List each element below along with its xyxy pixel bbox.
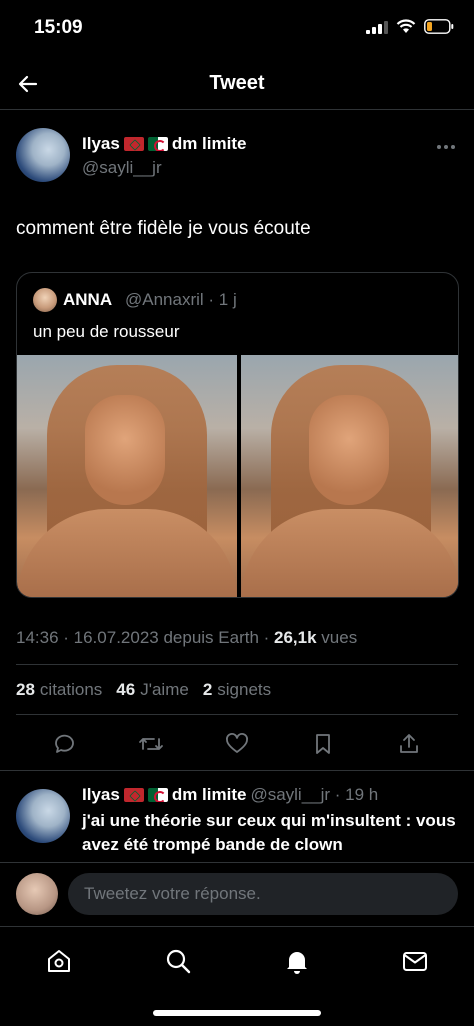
tweet-text: comment être fidèle je vous écoute: [16, 218, 311, 239]
search-icon: [166, 949, 191, 974]
likes-stat[interactable]: 46 J'aime: [116, 680, 189, 700]
reply-text: j'ai une théorie sur ceux qui m'insulten…: [82, 811, 456, 854]
signal-icon: [366, 20, 388, 34]
author-name-suffix: dm limite: [171, 134, 247, 153]
citations-stat[interactable]: 28 citations: [16, 680, 102, 700]
retweet-button[interactable]: [131, 724, 171, 764]
like-icon: [226, 733, 248, 753]
tweet-actions: [0, 722, 474, 766]
reply-button[interactable]: [45, 724, 85, 764]
like-button[interactable]: [217, 724, 257, 764]
page-title: Tweet: [209, 72, 265, 94]
quote-photo-2[interactable]: [240, 355, 458, 597]
share-button[interactable]: [389, 724, 429, 764]
quote-author-meta: @Annaxril · 1 j: [125, 290, 237, 309]
algeria-flag-icon: [147, 788, 168, 802]
tweet-timestamp: 14:36 · 16.07.2023 depuis Earth · 26,1k …: [16, 628, 357, 648]
quote-photo-1[interactable]: [17, 355, 237, 597]
reply-tweet[interactable]: Ilyas dm limite @sayli__jr · 19 h j'ai u…: [0, 770, 474, 862]
quote-avatar: [33, 288, 57, 312]
header: Tweet: [0, 58, 474, 110]
author-name-text: Ilyas: [82, 134, 120, 153]
quoted-tweet[interactable]: ANNA @Annaxril · 1 j un peu de rousseur: [16, 272, 459, 598]
notifications-icon: [287, 952, 307, 974]
messages-icon: [403, 952, 427, 971]
bookmark-icon: [316, 734, 330, 754]
morocco-flag-icon: [123, 137, 144, 151]
status-bar: 15:09: [0, 0, 474, 58]
likes-count: 46: [116, 680, 136, 699]
reply-avatar[interactable]: [16, 789, 70, 843]
author-avatar[interactable]: [16, 128, 70, 182]
reply-icon: [55, 734, 74, 753]
reply-author-name[interactable]: Ilyas: [82, 785, 120, 805]
citations-label: citations: [39, 680, 103, 699]
author-name[interactable]: Ilyas dm limite: [82, 134, 246, 154]
status-icons: [366, 19, 454, 34]
reply-meta: @sayli__jr · 19 h: [250, 785, 379, 804]
tab-home[interactable]: [41, 943, 77, 979]
reply-input[interactable]: Tweetez votre réponse.: [68, 873, 458, 915]
more-icon: [437, 145, 455, 149]
bookmarks-label: signets: [217, 680, 272, 699]
user-avatar[interactable]: [16, 873, 58, 915]
tweet-stats: 28 citations 46 J'aime 2 signets: [16, 680, 277, 700]
quote-photos: [17, 355, 458, 597]
author-handle[interactable]: @sayli__jr: [82, 158, 162, 178]
status-time: 15:09: [34, 17, 83, 38]
bookmarks-count: 2: [202, 680, 213, 699]
wifi-icon: [396, 19, 416, 33]
views-label: vues: [316, 628, 358, 647]
reply-author-name-suffix: dm limite: [171, 785, 247, 804]
quote-text: un peu de rousseur: [33, 322, 180, 341]
tab-notifications[interactable]: [279, 943, 315, 979]
divider: [16, 714, 458, 715]
reply-composer: Tweetez votre réponse.: [0, 862, 474, 926]
quote-author-name: ANNA: [63, 290, 113, 309]
battery-icon: [424, 19, 454, 34]
divider: [16, 664, 458, 665]
citations-count: 28: [16, 680, 35, 699]
likes-label: J'aime: [140, 680, 189, 699]
reply-header: Ilyas dm limite @sayli__jr · 19 h: [82, 785, 378, 805]
algeria-flag-icon: [147, 137, 168, 151]
tab-search[interactable]: [160, 943, 196, 979]
timestamp-text: 14:36 · 16.07.2023 depuis Earth ·: [16, 628, 275, 647]
tab-messages[interactable]: [397, 943, 433, 979]
morocco-flag-icon: [123, 788, 144, 802]
share-icon: [400, 734, 418, 753]
retweet-icon: [139, 738, 163, 750]
bookmark-button[interactable]: [303, 724, 343, 764]
bookmarks-stat[interactable]: 2 signets: [203, 680, 271, 700]
home-indicator: [153, 1010, 321, 1016]
more-button[interactable]: [436, 134, 456, 155]
home-icon: [48, 950, 70, 972]
views-count: 26,1k: [274, 628, 317, 647]
